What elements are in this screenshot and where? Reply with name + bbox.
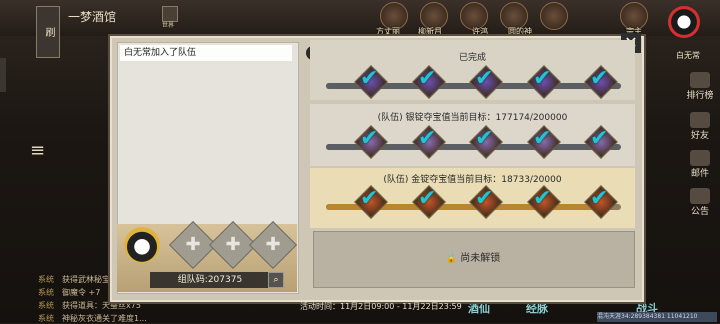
menu-icon[interactable]: ≡ (30, 140, 56, 166)
claimed-check-icon: ✔ (418, 66, 437, 91)
locked-label: 🔒 尚未解锁 (313, 249, 633, 264)
announcement-label: 公告 (690, 207, 709, 217)
npc-avatar-5[interactable] (540, 2, 568, 30)
section-title: (队伍) 金锭夺宝值当前目标：18733/20000 (383, 175, 562, 185)
event-time: 活动时间：11月2日09:00 - 11月22日23:59 (300, 302, 462, 311)
add-member-icon: ✚ (265, 234, 281, 255)
claimed-check-icon: ✔ (533, 126, 552, 151)
claimed-check-icon: ✔ (475, 186, 494, 211)
reward-section-completed: 已完成 (310, 40, 635, 100)
section-title: 已完成 (458, 53, 486, 63)
section-title: (队伍) 银锭夺宝值当前目标：177174/200000 (377, 113, 568, 123)
player-avatar[interactable] (668, 6, 700, 38)
claimed-check-icon: ✔ (418, 186, 437, 211)
team-join-message: 白无常加入了队伍 (120, 45, 292, 61)
claimed-check-icon: ✔ (533, 186, 552, 211)
mail-label: 邮件 (690, 169, 709, 179)
announcement-icon (690, 188, 710, 204)
left-edge-tab[interactable] (0, 58, 6, 92)
claimed-check-icon: ✔ (475, 126, 494, 151)
location-title: 一梦酒馆 (68, 10, 117, 24)
refresh-label: 刷 (43, 27, 54, 37)
claimed-check-icon: ✔ (533, 66, 552, 91)
announcement-button[interactable]: 公告 (686, 188, 714, 217)
claimed-check-icon: ✔ (360, 186, 379, 211)
chat-line: 系统 神秘灰衣通关了难度1... (38, 314, 147, 323)
claimed-check-icon: ✔ (475, 66, 494, 91)
server-info: 混沌天涯34:289384381 11041210 (597, 312, 717, 322)
team-leader-avatar[interactable] (124, 227, 160, 263)
claimed-check-icon: ✔ (590, 126, 609, 151)
leaderboard-label: 排行榜 (686, 91, 714, 101)
mail-button[interactable]: 邮件 (686, 150, 714, 179)
add-member-icon: ✚ (185, 234, 201, 255)
player-name: 白无常 (676, 51, 700, 60)
claimed-check-icon: ✔ (590, 186, 609, 211)
locked-text: 尚未解锁 (460, 253, 501, 264)
mail-icon (690, 150, 710, 166)
friends-button[interactable]: 好友 (686, 112, 714, 141)
map-label: 世界 (162, 22, 175, 29)
reward-section-silver: (队伍) 银锭夺宝值当前目标：177174/200000 (310, 104, 635, 166)
leaderboard-icon (690, 72, 710, 88)
friends-label: 好友 (690, 131, 709, 141)
refresh-button[interactable]: 刷 (36, 6, 60, 58)
claimed-check-icon: ✔ (360, 66, 379, 91)
lock-icon: 🔒 (445, 254, 458, 264)
chat-line: 系统 御魔令 +7 (38, 288, 101, 297)
leaderboard-button[interactable]: 排行榜 (686, 72, 714, 101)
claimed-check-icon: ✔ (418, 126, 437, 151)
search-icon[interactable]: ⌕ (268, 272, 284, 288)
team-code: 组队码:207375 (150, 272, 270, 288)
friends-icon (690, 112, 710, 128)
claimed-check-icon: ✔ (360, 126, 379, 151)
bottom-button-2[interactable]: 经脉 (526, 300, 548, 316)
chat-line: 系统 获得武林秘宝 (38, 275, 110, 284)
claimed-check-icon: ✔ (590, 66, 609, 91)
add-member-icon: ✚ (225, 234, 241, 255)
